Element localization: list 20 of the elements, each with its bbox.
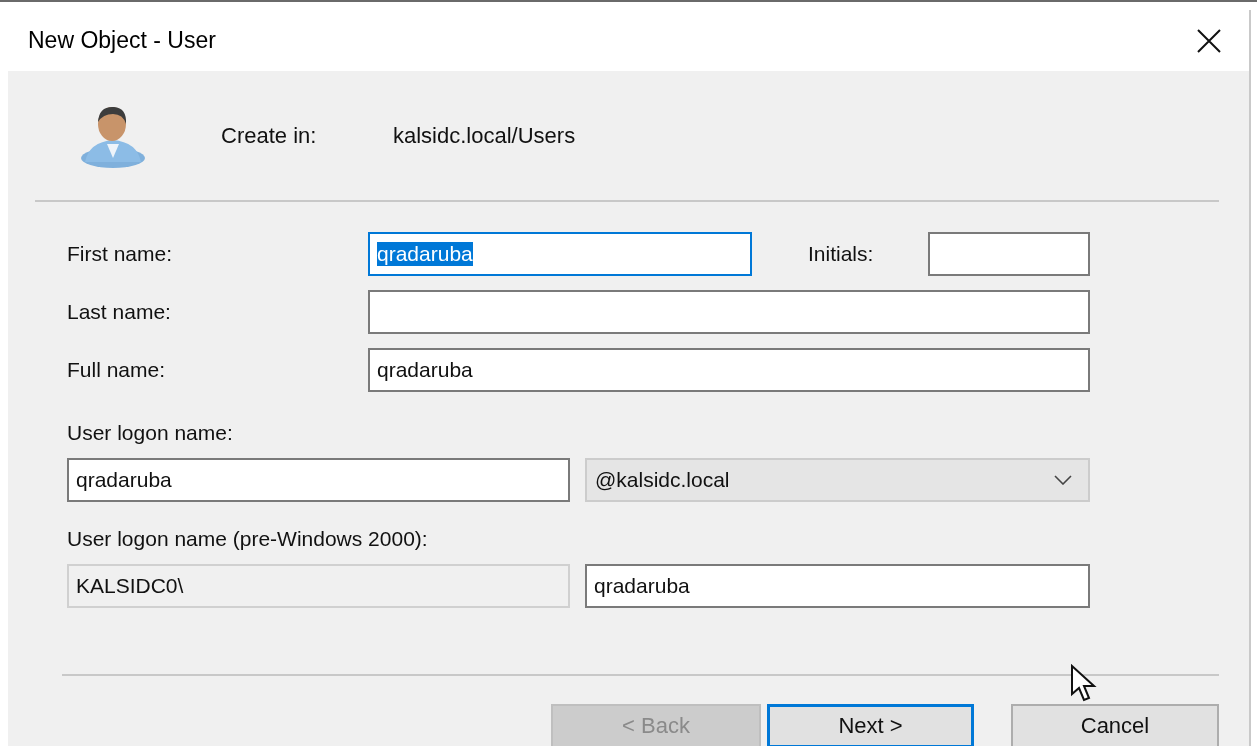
logon-name-label: User logon name: xyxy=(67,420,234,446)
last-name-label: Last name: xyxy=(67,300,172,324)
initials-field[interactable] xyxy=(928,232,1090,276)
initials-label: Initials: xyxy=(808,242,875,266)
first-name-label: First name: xyxy=(67,242,174,266)
chevron-down-icon xyxy=(1054,475,1072,485)
domain-dropdown[interactable]: @kalsidc.local xyxy=(585,458,1090,502)
full-name-label: Full name: xyxy=(67,358,167,382)
pre-windows-logon-label: User logon name (pre-Windows 2000): xyxy=(67,526,429,552)
first-name-field[interactable]: qradaruba xyxy=(368,232,752,276)
dialog-button[interactable]: Next > xyxy=(767,704,974,746)
full-name-field[interactable]: qradaruba xyxy=(368,348,1090,392)
logon-name-field[interactable]: qradaruba xyxy=(67,458,570,502)
dialog-button[interactable]: Cancel xyxy=(1011,704,1219,746)
window-title: New Object - User xyxy=(28,27,216,55)
create-in-label: Create in: xyxy=(221,122,318,149)
domain-prefix-field: KALSIDC0\ xyxy=(67,564,570,608)
container-path: kalsidc.local/Users xyxy=(393,122,576,149)
last-name-field[interactable] xyxy=(368,290,1090,334)
pre-windows-logon-field[interactable]: qradaruba xyxy=(585,564,1090,608)
